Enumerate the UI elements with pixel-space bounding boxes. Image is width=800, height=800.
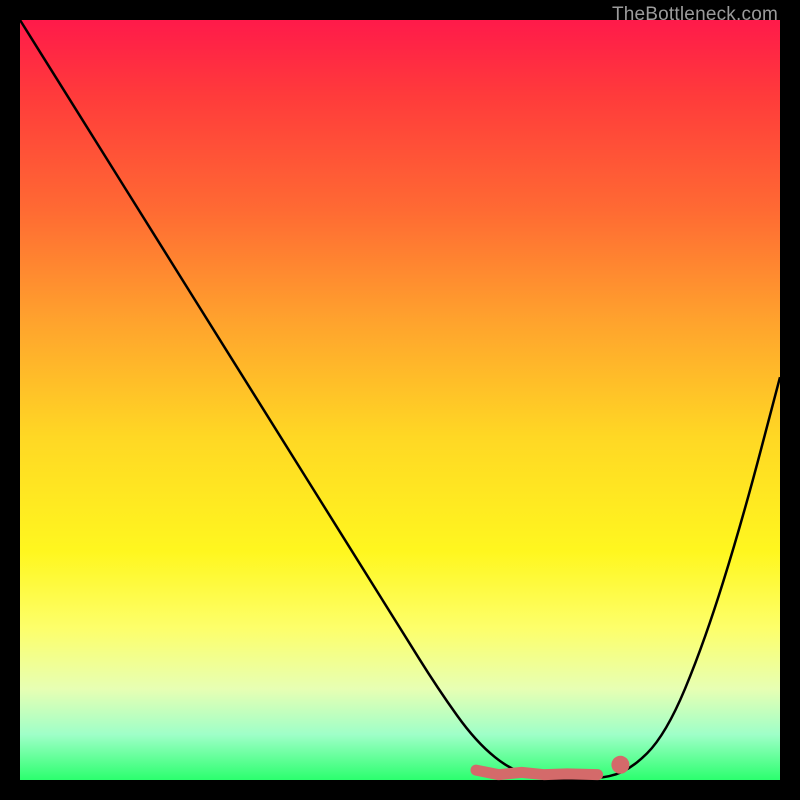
main-curve bbox=[20, 20, 780, 780]
chart-container: TheBottleneck.com bbox=[0, 0, 800, 800]
bottom-squiggle bbox=[476, 770, 598, 775]
marker-dot bbox=[611, 756, 629, 774]
chart-overlay bbox=[20, 20, 780, 780]
